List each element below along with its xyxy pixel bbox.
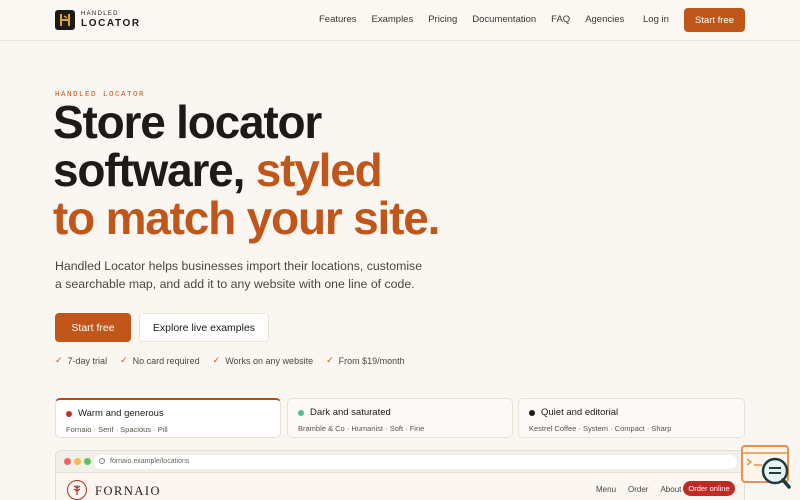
top-nav: HANDLED LOCATOR Features Examples Pricin…	[0, 0, 800, 41]
checkmark-icon: ✓	[120, 355, 128, 365]
hero-subtitle: Handled Locator helps businesses import …	[55, 259, 423, 291]
check-item: ✓ 7-day trial	[55, 355, 107, 366]
theme-card-warm[interactable]: Warm and generous Fornaio · Serif · Spac…	[55, 398, 281, 438]
login-link[interactable]: Log in	[643, 14, 669, 25]
logo-mark-icon	[55, 10, 75, 30]
wheat-logo-icon	[67, 480, 87, 500]
check-label: 7-day trial	[67, 355, 108, 366]
url-bar: fornaio.example/locations	[94, 455, 737, 469]
order-online-button[interactable]: Order online	[683, 481, 735, 496]
theme-meta: Fornaio · Serif · Spacious · Pill	[66, 425, 168, 434]
explore-examples-button[interactable]: Explore live examples	[139, 313, 269, 342]
check-item: ✓ From $19/month	[326, 355, 405, 366]
check-item: ✓ No card required	[120, 355, 200, 366]
nav-link-documentation[interactable]: Documentation	[472, 14, 536, 25]
brand-small: HANDLED	[81, 11, 119, 17]
brand-big: LOCATOR	[81, 18, 141, 29]
site-header: FORNAIO Menu Order About Order online	[56, 473, 744, 500]
headline-accent-1: styled	[255, 144, 383, 196]
site-nav-menu[interactable]: Menu	[596, 485, 616, 494]
theme-title: Dark and saturated	[310, 407, 391, 418]
theme-title: Quiet and editorial	[541, 407, 619, 418]
nav-start-free-button[interactable]: Start free	[684, 8, 745, 32]
feature-checks: ✓ 7-day trial ✓ No card required ✓ Works on…	[55, 355, 418, 366]
check-item: ✓ Works on any website	[213, 355, 313, 366]
theme-title: Warm and generous	[78, 408, 164, 419]
nav-link-examples[interactable]: Examples	[372, 14, 414, 25]
headline-accent-2: to match your site.	[53, 192, 440, 244]
theme-card-quiet[interactable]: Quiet and editorial Kestrel Coffee · Sys…	[518, 398, 745, 438]
nav-links: Features Examples Pricing Documentation …	[319, 14, 639, 25]
nav-link-features[interactable]: Features	[319, 14, 357, 25]
check-label: Works on any website	[225, 355, 314, 366]
search-icon	[99, 458, 105, 464]
site-nav-about[interactable]: About	[660, 485, 681, 494]
chat-widget-icon[interactable]	[740, 443, 792, 493]
checkmark-icon: ✓	[55, 355, 63, 365]
site-nav-order[interactable]: Order	[628, 485, 648, 494]
site-name: FORNAIO	[95, 484, 162, 498]
checkmark-icon: ✓	[326, 355, 334, 365]
theme-meta: Kestrel Coffee · System · Compact · Shar…	[529, 424, 672, 433]
nav-link-pricing[interactable]: Pricing	[428, 14, 457, 25]
headline-line-1: Store locator	[53, 96, 322, 148]
nav-link-faq[interactable]: FAQ	[551, 14, 570, 25]
checkmark-icon: ✓	[212, 355, 221, 365]
theme-card-dark[interactable]: Dark and saturated Bramble & Co · Humani…	[287, 398, 513, 438]
minimize-dot-icon	[74, 458, 81, 465]
theme-dot-icon	[298, 409, 304, 416]
hero-headline: Store locator software, styled to match …	[53, 98, 513, 242]
hero-start-free-button[interactable]: Start free	[55, 313, 131, 342]
site-nav: Menu Order About	[596, 485, 693, 494]
check-label: From $19/month	[338, 355, 405, 366]
check-label: No card required	[132, 355, 200, 366]
nav-link-agencies[interactable]: Agencies	[585, 14, 624, 25]
url-text: fornaio.example/locations	[110, 458, 190, 465]
theme-dot-icon	[66, 410, 72, 417]
brand-logo[interactable]: HANDLED LOCATOR	[55, 10, 141, 30]
maximize-dot-icon	[84, 458, 91, 465]
browser-toolbar: fornaio.example/locations	[56, 451, 744, 473]
theme-dot-icon	[529, 409, 535, 416]
theme-meta: Bramble & Co · Humanist · Soft · Fine	[298, 424, 425, 433]
browser-preview: fornaio.example/locations FORNAIO Menu O…	[55, 450, 745, 500]
close-dot-icon	[64, 458, 71, 465]
headline-line-2: software,	[53, 144, 256, 196]
